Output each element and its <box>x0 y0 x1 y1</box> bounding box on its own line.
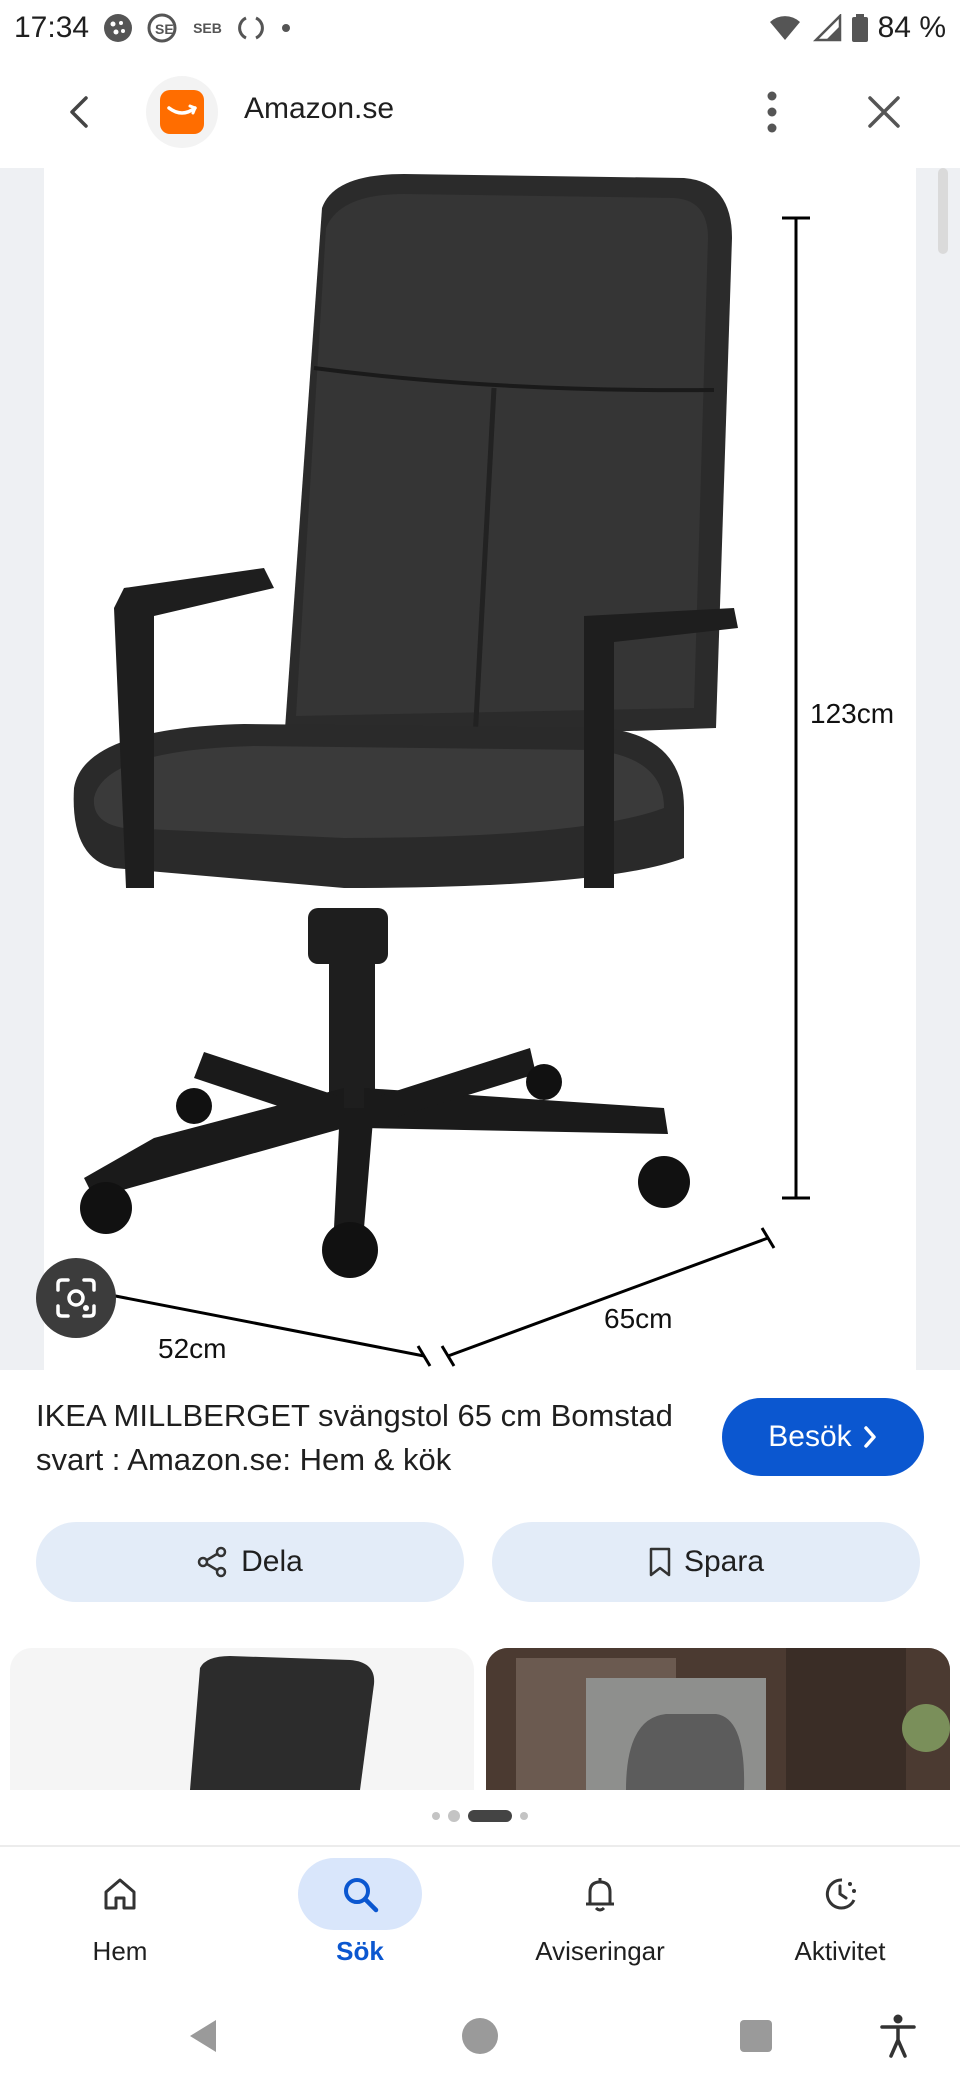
triangle-back-icon <box>190 2020 216 2052</box>
nav-label-notifications: Aviseringar <box>535 1936 665 1966</box>
amazon-logo-icon <box>160 90 204 134</box>
accessibility-icon <box>880 2014 916 2058</box>
pager-dot <box>432 1812 440 1820</box>
chevron-left-icon <box>70 96 88 128</box>
nav-item-activity[interactable]: Aktivitet <box>720 1848 960 1990</box>
wifi-icon <box>768 14 802 42</box>
circle-home-icon <box>462 2018 498 2054</box>
nav-item-search[interactable]: Sök <box>240 1848 480 1990</box>
product-image[interactable]: 123cm 65cm 52cm <box>44 168 916 1370</box>
depth-dimension-label: 65cm <box>604 1303 672 1334</box>
scrollbar-thumb[interactable] <box>938 168 948 254</box>
save-button[interactable]: Spara <box>492 1522 920 1602</box>
more-notifications-dot-icon <box>280 22 292 34</box>
bell-icon <box>586 1878 614 1912</box>
status-right: 84 % <box>768 11 946 45</box>
height-dimension-label: 123cm <box>810 698 894 729</box>
room-thumbnail-image <box>486 1648 950 1790</box>
home-icon <box>104 1878 136 1910</box>
visit-button[interactable]: Besök <box>722 1398 924 1476</box>
share-icon <box>197 1546 227 1578</box>
more-options-button[interactable] <box>752 82 792 142</box>
chair-thumbnail-image <box>190 1656 375 1790</box>
system-home-button[interactable] <box>450 2006 510 2066</box>
status-left: 17:34 SE SEB <box>14 11 292 45</box>
visit-button-label: Besök <box>768 1420 852 1453</box>
related-images-carousel[interactable] <box>0 1648 960 1790</box>
status-bar: 17:34 SE SEB 84 % <box>0 0 960 56</box>
more-vert-icon <box>767 91 777 133</box>
width-dimension-label: 52cm <box>158 1333 226 1364</box>
battery-percent: 84 % <box>877 11 946 44</box>
pager-dot <box>448 1810 460 1822</box>
nav-label-search: Sök <box>336 1936 384 1966</box>
result-title[interactable]: IKEA MILLBERGET svängstol 65 cm Bomstad … <box>36 1394 676 1482</box>
status-time: 17:34 <box>14 11 90 44</box>
back-button[interactable] <box>50 86 110 138</box>
office-chair-illustration: 123cm 65cm 52cm <box>63 174 894 1367</box>
bookmark-icon <box>649 1547 671 1577</box>
square-recents-icon <box>740 2020 772 2052</box>
nav-label-home: Hem <box>92 1936 148 1966</box>
lens-icon <box>56 1278 96 1318</box>
search-icon <box>344 1878 379 1913</box>
battery-icon <box>851 14 868 42</box>
nav-item-notifications[interactable]: Aviseringar <box>480 1848 720 1990</box>
top-app-bar: Amazon.se <box>0 56 960 168</box>
system-back-button[interactable] <box>174 2006 234 2066</box>
pager-dot-active <box>468 1810 512 1822</box>
cookie-notification-icon <box>103 13 133 43</box>
bottom-navigation: Hem Sök Aviseringar Aktivitet <box>0 1848 960 1990</box>
chevron-right-icon <box>863 1426 876 1448</box>
nav-label-activity: Aktivitet <box>794 1936 886 1966</box>
site-favicon <box>146 76 218 148</box>
nav-divider <box>0 1845 960 1847</box>
google-lens-button[interactable] <box>36 1258 116 1338</box>
site-name: Amazon.se <box>244 92 395 125</box>
system-recents-button[interactable] <box>726 2006 786 2066</box>
seb-notification-icon: SEB <box>193 20 222 36</box>
related-image-1[interactable] <box>10 1648 474 1790</box>
sync-notification-icon <box>236 13 266 43</box>
system-navigation-bar <box>0 1990 960 2080</box>
image-viewer[interactable]: 123cm 65cm 52cm <box>0 168 960 1370</box>
pager-dot <box>520 1812 528 1820</box>
close-button[interactable] <box>854 82 914 142</box>
nav-item-home[interactable]: Hem <box>0 1848 240 1990</box>
share-button-label: Dela <box>241 1545 303 1578</box>
svg-text:SE: SE <box>155 21 174 37</box>
accessibility-button[interactable] <box>868 2006 928 2066</box>
related-image-2[interactable] <box>486 1648 950 1790</box>
activity-icon <box>825 1878 856 1910</box>
carousel-pager <box>0 1810 960 1822</box>
save-button-label: Spara <box>683 1545 765 1578</box>
close-icon <box>868 96 900 128</box>
signal-icon <box>812 14 842 42</box>
se-app-notification-icon: SE <box>147 13 179 43</box>
share-button[interactable]: Dela <box>36 1522 464 1602</box>
